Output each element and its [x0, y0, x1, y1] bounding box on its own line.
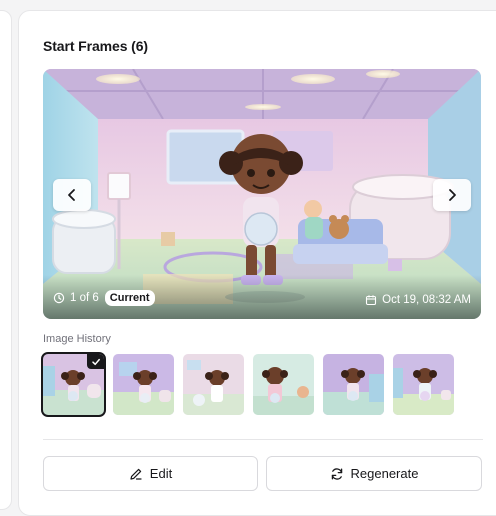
chevron-right-icon [449, 189, 456, 201]
thumbnail-image [183, 354, 244, 415]
frame-timestamp-text: Oct 19, 08:32 AM [382, 294, 471, 306]
frame-counter-text: 1 of 6 [70, 292, 99, 304]
refresh-icon [331, 467, 342, 480]
section-title: Start Frames (6) [43, 38, 148, 54]
side-panel-edge [0, 10, 12, 510]
current-badge: Current [104, 290, 155, 306]
frame-preview: 1 of 6 Current Oct 19, 08:32 AM [43, 69, 481, 319]
thumbnail-image [113, 354, 174, 415]
chevron-left-icon [68, 189, 75, 201]
section-divider [43, 439, 483, 440]
pencil-icon [130, 468, 142, 480]
history-thumbnail[interactable] [113, 354, 174, 415]
start-frames-card: Start Frames (6) 1 of 6 Current Oct 19, … [18, 10, 496, 516]
thumbnail-image [393, 354, 454, 415]
edit-button[interactable]: Edit [43, 456, 258, 491]
history-thumbnail[interactable] [393, 354, 454, 415]
calendar-icon [366, 295, 377, 306]
history-thumbnail[interactable] [253, 354, 314, 415]
thumbnail-image [323, 354, 384, 415]
image-history-label: Image History [43, 333, 111, 345]
history-thumbnail[interactable] [41, 352, 106, 417]
thumbnail-image [253, 354, 314, 415]
image-history-list [41, 352, 454, 417]
history-clock-icon [53, 292, 65, 304]
selected-check-icon [87, 354, 104, 369]
history-thumbnail[interactable] [323, 354, 384, 415]
history-thumbnail[interactable] [183, 354, 244, 415]
edit-button-label: Edit [149, 466, 173, 481]
frame-timestamp: Oct 19, 08:32 AM [365, 294, 471, 306]
frame-counter: 1 of 6 Current [53, 290, 155, 306]
regenerate-button-label: Regenerate [350, 466, 419, 481]
previous-frame-button[interactable] [53, 179, 91, 211]
next-frame-button[interactable] [433, 179, 471, 211]
regenerate-button[interactable]: Regenerate [266, 456, 482, 491]
